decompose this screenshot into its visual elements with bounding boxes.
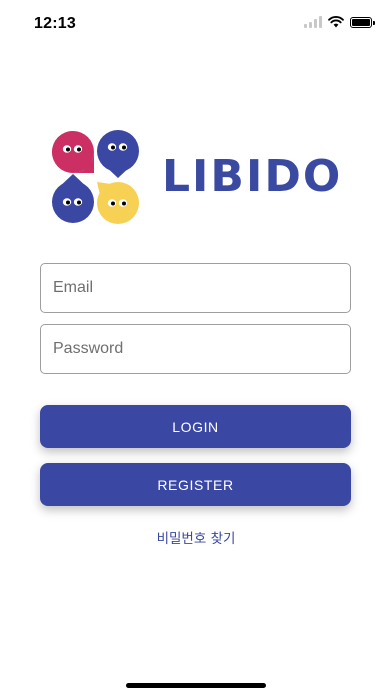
- email-input[interactable]: [40, 263, 351, 313]
- find-password-link[interactable]: 비밀번호 찾기: [0, 527, 392, 547]
- status-icons: [304, 16, 375, 28]
- brand-name: LIBIDO: [162, 151, 343, 202]
- login-screen: 12:13 LIBIDO Email LOGIN REGISTER 비밀번호 찾…: [0, 0, 392, 696]
- register-button[interactable]: REGISTER: [40, 463, 351, 506]
- login-button-label: LOGIN: [172, 418, 219, 435]
- password-input[interactable]: [40, 324, 351, 374]
- status-time: 12:13: [34, 15, 76, 32]
- blue-mascot-top-icon: [97, 130, 139, 178]
- blue-mascot-bottom-icon: [52, 174, 94, 223]
- status-bar: 12:13: [0, 0, 392, 48]
- pink-mascot-icon: [52, 131, 94, 173]
- home-indicator[interactable]: [126, 683, 266, 688]
- login-button[interactable]: LOGIN: [40, 405, 351, 448]
- battery-icon: [350, 16, 375, 28]
- wifi-icon: [328, 16, 344, 28]
- libido-logo-icon: [52, 130, 139, 224]
- yellow-mascot-icon: [97, 182, 139, 224]
- signal-icon: [304, 16, 322, 28]
- register-button-label: REGISTER: [157, 476, 234, 493]
